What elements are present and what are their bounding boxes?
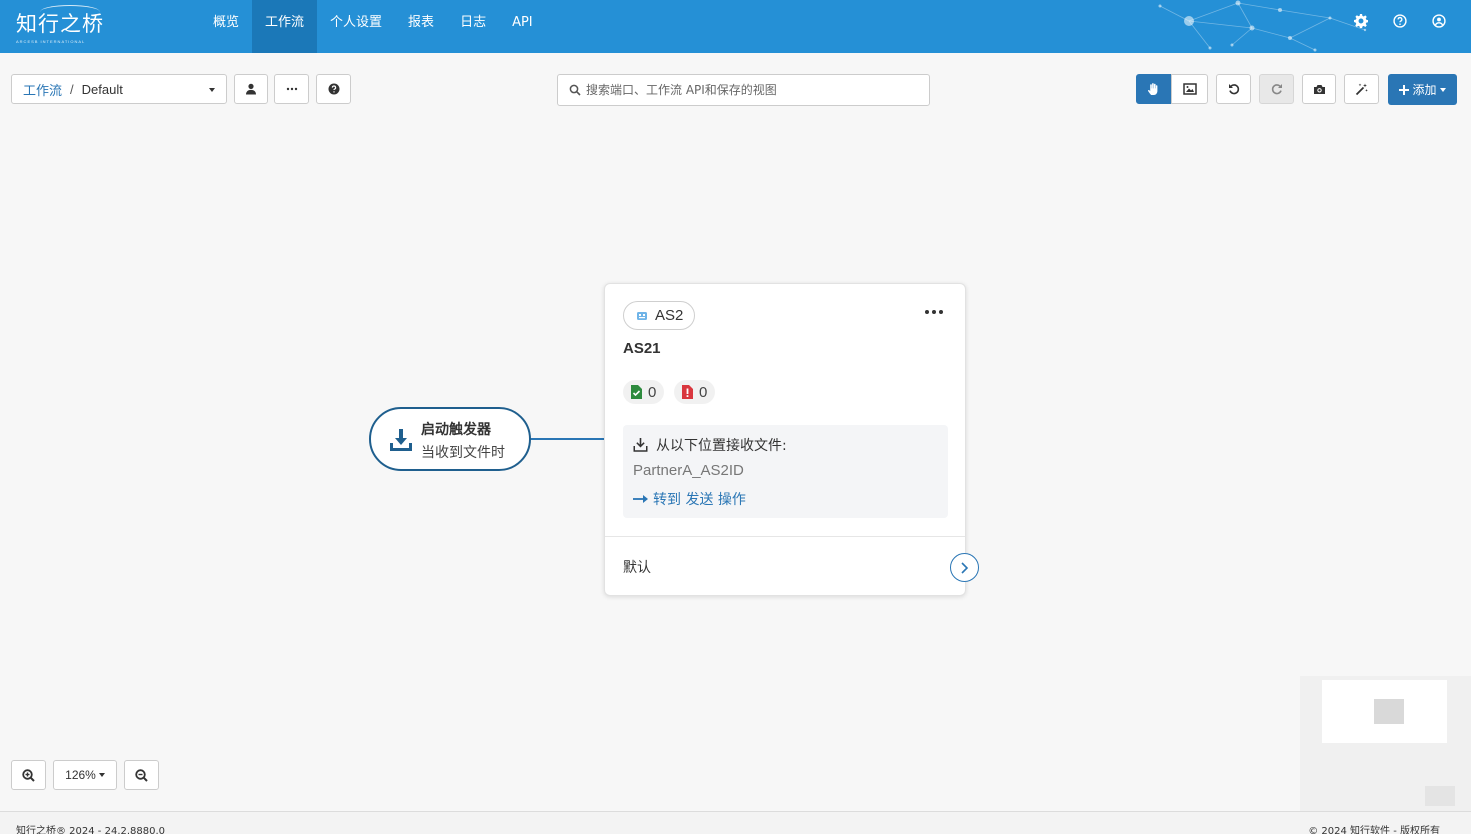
logo[interactable]: 知行之桥 ARCESB INTERNATIONAL xyxy=(16,5,104,44)
question-circle-icon xyxy=(328,83,339,95)
search-input[interactable] xyxy=(586,83,916,97)
redo-icon xyxy=(1271,84,1282,95)
arrow-right-icon xyxy=(633,495,648,503)
chevron-down-icon xyxy=(98,773,105,777)
chevron-down-icon xyxy=(1439,87,1446,92)
auto-layout-button[interactable] xyxy=(1344,74,1379,104)
trigger-subtitle: 当收到文件时 xyxy=(421,445,505,461)
zoom-out-button[interactable] xyxy=(124,760,159,790)
connector-name: AS21 xyxy=(623,340,661,357)
plus-icon xyxy=(1399,84,1410,95)
nav-profile[interactable]: 个人设置 xyxy=(317,0,395,53)
header-icons xyxy=(1354,14,1446,28)
zoom-in-icon xyxy=(22,768,35,782)
snapshot-button[interactable] xyxy=(1302,74,1336,104)
output-port-button[interactable] xyxy=(950,553,979,582)
nav-workflow[interactable]: 工作流 xyxy=(252,0,318,53)
nav-reports[interactable]: 报表 xyxy=(395,0,447,53)
page-footer: 知行之桥® 2024 - 24.2.8880.0 © 2024 知行软件 - 版… xyxy=(0,811,1471,834)
logo-arc xyxy=(40,5,100,19)
download-icon xyxy=(390,429,412,451)
select-mode-button[interactable] xyxy=(1171,74,1208,104)
file-error-icon xyxy=(682,385,693,399)
minimap[interactable] xyxy=(1300,676,1471,811)
undo-button[interactable] xyxy=(1216,74,1251,104)
undo-icon xyxy=(1228,84,1239,95)
connector-type-badge: AS2 xyxy=(623,301,695,330)
redo-button[interactable] xyxy=(1259,74,1294,104)
user-icon xyxy=(246,83,256,95)
trigger-title: 启动触发器 xyxy=(421,422,491,438)
zoom-in-button[interactable] xyxy=(11,760,46,790)
search-icon xyxy=(569,84,581,96)
connector-line xyxy=(530,438,605,440)
pan-mode-button[interactable] xyxy=(1136,74,1172,104)
breadcrumb-separator: / xyxy=(70,81,74,97)
zoom-out-icon xyxy=(135,768,148,782)
file-check-icon xyxy=(631,385,642,399)
breadcrumb-current: Default xyxy=(81,81,123,97)
receive-info-box: 从以下位置接收文件: PartnerA_AS2ID 转到 发送 操作 xyxy=(623,425,948,518)
minimap-resize-handle[interactable] xyxy=(1425,786,1455,806)
error-count: 0 xyxy=(699,383,708,401)
network-decoration xyxy=(1158,0,1367,52)
workflow-owner-button[interactable] xyxy=(234,74,268,104)
help-icon[interactable] xyxy=(1393,14,1407,28)
success-count-badge[interactable]: 0 xyxy=(623,380,665,404)
default-output-label: 默认 xyxy=(623,560,651,576)
goto-send-action-label: 转到 发送 操作 xyxy=(653,492,746,508)
add-button-label: 添加 xyxy=(1412,83,1437,97)
connector-type-label: AS2 xyxy=(655,307,684,324)
zoom-level-value: 126% xyxy=(65,768,96,782)
camera-icon xyxy=(1313,84,1325,94)
as2-icon xyxy=(637,311,647,320)
more-options-button[interactable] xyxy=(274,74,309,104)
card-divider xyxy=(605,536,965,537)
nav-logs[interactable]: 日志 xyxy=(447,0,499,53)
as2-connector-card[interactable]: AS2 AS21 0 0 从以下位置接收文件: PartnerA_AS2ID 转… xyxy=(604,283,966,596)
search-bar[interactable] xyxy=(557,74,930,106)
ellipsis-icon xyxy=(286,87,297,91)
start-trigger-node[interactable]: 启动触发器 当收到文件时 xyxy=(369,407,531,471)
nav-overview[interactable]: 概览 xyxy=(200,0,252,53)
magic-wand-icon xyxy=(1355,83,1368,95)
card-more-icon[interactable] xyxy=(925,310,943,314)
minimap-node xyxy=(1374,699,1404,724)
receive-label: 从以下位置接收文件: xyxy=(656,438,787,454)
download-icon xyxy=(633,438,648,452)
add-button[interactable]: 添加 xyxy=(1388,74,1457,105)
error-count-badge[interactable]: 0 xyxy=(674,380,716,404)
chevron-down-icon xyxy=(209,88,215,92)
logo-subtext: ARCESB INTERNATIONAL xyxy=(16,39,86,44)
image-select-icon xyxy=(1182,83,1197,95)
receive-header: 从以下位置接收文件: xyxy=(633,435,787,455)
footer-version: 知行之桥® 2024 - 24.2.8880.0 xyxy=(16,826,166,834)
user-account-icon[interactable] xyxy=(1432,14,1446,28)
goto-send-action-link[interactable]: 转到 发送 操作 xyxy=(633,489,746,509)
main-nav: 概览 工作流 个人设置 报表 日志 API xyxy=(200,0,546,53)
workflow-help-button[interactable] xyxy=(316,74,351,104)
top-nav: 知行之桥 ARCESB INTERNATIONAL 概览 工作流 个人设置 报表… xyxy=(0,0,1471,53)
zoom-level-dropdown[interactable]: 126% xyxy=(53,760,117,790)
gear-icon[interactable] xyxy=(1354,14,1368,28)
chevron-right-icon xyxy=(961,561,969,574)
footer-copyright: © 2024 知行软件 - 版权所有 xyxy=(1308,826,1440,834)
success-count: 0 xyxy=(648,383,657,401)
nav-api[interactable]: API xyxy=(499,0,546,53)
breadcrumb-workflow-link[interactable]: 工作流 xyxy=(23,80,62,99)
hand-icon xyxy=(1148,83,1158,95)
workflow-breadcrumb[interactable]: 工作流 / Default xyxy=(11,74,227,104)
receive-as2-id: PartnerA_AS2ID xyxy=(633,462,744,479)
